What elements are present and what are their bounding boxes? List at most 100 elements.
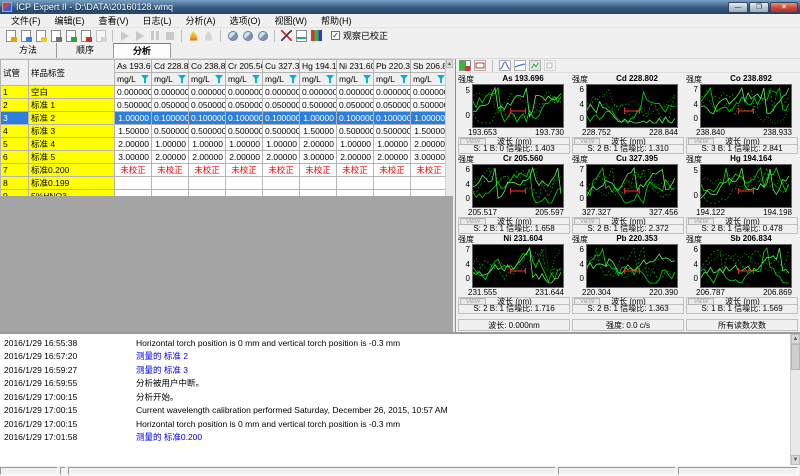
minimize-button[interactable]: — xyxy=(728,1,748,13)
value-cell[interactable]: 0.050000 xyxy=(225,98,263,112)
stop-icon[interactable] xyxy=(163,29,176,42)
menu-item-e[interactable]: 编辑(E) xyxy=(48,13,92,28)
chart-plot-area[interactable] xyxy=(472,164,564,208)
value-cell[interactable]: 0.000000 xyxy=(262,85,300,99)
table-scrollbar[interactable]: ▲ xyxy=(445,59,453,196)
value-cell[interactable]: 未校正 xyxy=(373,163,411,177)
value-cell[interactable]: 0.000000 xyxy=(188,85,226,99)
value-cell[interactable]: 2.00000 xyxy=(114,137,152,151)
table-row[interactable]: 4 标准 3 1.50000 0.500000 0.500000 0.500000 0.50… xyxy=(0,124,445,138)
value-cell[interactable] xyxy=(262,176,300,190)
value-cell[interactable]: 0.500000 xyxy=(225,124,263,138)
table-row[interactable]: 5 标准 4 2.00000 1.00000 1.00000 1.00000 1.00000… xyxy=(0,137,445,151)
value-cell[interactable]: 2.00000 xyxy=(373,150,411,164)
value-cell[interactable]: 2.00000 xyxy=(410,137,445,151)
log-entry[interactable]: 2016/1/29 16:59:55 分析被用户中断。 xyxy=(4,377,790,391)
pump-off-icon[interactable] xyxy=(256,29,269,42)
pause-icon[interactable] xyxy=(148,29,161,42)
calibration-funnel-icon[interactable] xyxy=(178,75,186,83)
signal-bars-icon[interactable] xyxy=(310,29,323,42)
plasma-off-icon[interactable] xyxy=(202,29,215,42)
peak-view-icon[interactable] xyxy=(499,60,511,71)
value-cell[interactable] xyxy=(114,176,152,190)
log-entry[interactable]: 2016/1/29 17:00:15 Current wavelength cal… xyxy=(4,404,790,418)
log-scroll-up-icon[interactable]: ▲ xyxy=(791,334,800,344)
value-cell[interactable]: 未校正 xyxy=(188,163,226,177)
sample-label-cell[interactable]: 标准0.200 xyxy=(28,163,115,177)
samples-table[interactable]: 试管样品标签As 193.696Cd 228.802Co 238.892Cr 2… xyxy=(0,59,445,196)
chart-plot-area[interactable] xyxy=(700,84,792,128)
calibration-funnel-icon[interactable] xyxy=(363,75,371,83)
calibration-funnel-icon[interactable] xyxy=(215,75,223,83)
value-cell[interactable]: 0.500000 xyxy=(188,124,226,138)
value-cell[interactable]: 0.050000 xyxy=(188,98,226,112)
table-row[interactable]: 7 标准0.200 未校正 未校正 未校正 未校正 未校正 未校正 未校正 未校正 未校正 xyxy=(0,163,445,177)
chart-plot-area[interactable] xyxy=(472,84,564,128)
value-cell[interactable]: 3.00000 xyxy=(299,150,337,164)
sample-label-cell[interactable]: 标准 3 xyxy=(28,124,115,138)
value-cell[interactable]: 0.500000 xyxy=(262,124,300,138)
value-cell[interactable]: 1.50000 xyxy=(299,124,337,138)
value-cell[interactable]: 0.050000 xyxy=(151,98,189,112)
value-cell[interactable]: 未校正 xyxy=(410,163,445,177)
copy-worksheet-icon[interactable] xyxy=(19,29,32,42)
value-cell[interactable]: 1.00000 xyxy=(151,137,189,151)
value-cell[interactable]: 0.500000 xyxy=(336,124,374,138)
value-cell[interactable] xyxy=(373,176,411,190)
value-cell[interactable]: 1.00000 xyxy=(373,137,411,151)
instrument-setup-icon[interactable] xyxy=(280,29,293,42)
value-cell[interactable]: 2.00000 xyxy=(299,137,337,151)
open-worksheet-icon[interactable] xyxy=(4,29,17,42)
value-cell[interactable]: 1.00000 xyxy=(299,111,337,125)
menu-item-w[interactable]: 视图(W) xyxy=(268,13,315,28)
tube-number-cell[interactable]: 4 xyxy=(0,124,29,138)
value-cell[interactable]: 0.050000 xyxy=(373,98,411,112)
value-cell[interactable]: 1.00000 xyxy=(225,137,263,151)
scroll-up-icon[interactable]: ▲ xyxy=(446,59,453,68)
value-cell[interactable] xyxy=(151,176,189,190)
run-all-icon[interactable] xyxy=(133,29,146,42)
tube-number-cell[interactable]: 6 xyxy=(0,150,29,164)
value-cell[interactable]: 0.000000 xyxy=(373,85,411,99)
plasma-on-icon[interactable] xyxy=(187,29,200,42)
pump-fast-icon[interactable] xyxy=(226,29,239,42)
value-cell[interactable]: 1.00000 xyxy=(336,137,374,151)
calibration-funnel-icon[interactable] xyxy=(326,75,334,83)
chart-plot-area[interactable] xyxy=(586,244,678,288)
log-scroll-thumb[interactable] xyxy=(791,344,800,370)
value-cell[interactable]: 2.00000 xyxy=(188,150,226,164)
table-row[interactable]: 1 空白 0.000000 0.000000 0.000000 0.000000 0.000… xyxy=(0,85,445,99)
new-from-template-icon[interactable] xyxy=(34,29,47,42)
column-header-element[interactable]: Ni 231.604 xyxy=(336,59,374,73)
intensity-view-icon[interactable] xyxy=(474,60,486,71)
column-header-element[interactable]: Sb 206.834 xyxy=(410,59,445,73)
tab-分析[interactable]: 分析 xyxy=(114,43,171,58)
menu-item-h[interactable]: 帮助(H) xyxy=(314,13,359,28)
value-cell[interactable]: 0.100000 xyxy=(188,111,226,125)
calibration-funnel-icon[interactable] xyxy=(141,75,149,83)
table-row[interactable]: 2 标准 1 0.500000 0.050000 0.050000 0.050000 0.0… xyxy=(0,98,445,112)
column-header-element[interactable]: As 193.696 xyxy=(114,59,152,73)
value-cell[interactable] xyxy=(188,176,226,190)
log-entry[interactable]: 2016/1/29 16:59:27 测量的 标准 3 xyxy=(4,363,790,377)
log-entry[interactable]: 2016/1/29 17:00:15 Horizontal torch posit… xyxy=(4,417,790,431)
calibration-funnel-icon[interactable] xyxy=(289,75,297,83)
value-cell[interactable]: 2.00000 xyxy=(262,150,300,164)
value-cell[interactable]: 0.500000 xyxy=(114,98,152,112)
sample-label-cell[interactable]: 标准 2 xyxy=(28,111,115,125)
sample-label-cell[interactable]: 标准0.199 xyxy=(28,176,115,190)
value-cell[interactable]: 未校正 xyxy=(336,163,374,177)
calibration-funnel-icon[interactable] xyxy=(252,75,260,83)
value-cell[interactable]: 2.00000 xyxy=(225,150,263,164)
value-cell[interactable]: 1.50000 xyxy=(114,124,152,138)
sample-label-cell[interactable]: 空白 xyxy=(28,85,115,99)
value-cell[interactable]: 未校正 xyxy=(114,163,152,177)
value-cell[interactable]: 0.100000 xyxy=(225,111,263,125)
value-cell[interactable]: 0.500000 xyxy=(410,98,445,112)
log-scrollbar[interactable]: ▲ ▼ xyxy=(790,334,800,465)
log-entry[interactable]: 2016/1/29 17:01:58 测量的 标准0.200 xyxy=(4,431,790,445)
run-icon[interactable] xyxy=(118,29,131,42)
value-cell[interactable] xyxy=(225,176,263,190)
value-cell[interactable] xyxy=(410,176,445,190)
value-cell[interactable]: 0.000000 xyxy=(336,85,374,99)
